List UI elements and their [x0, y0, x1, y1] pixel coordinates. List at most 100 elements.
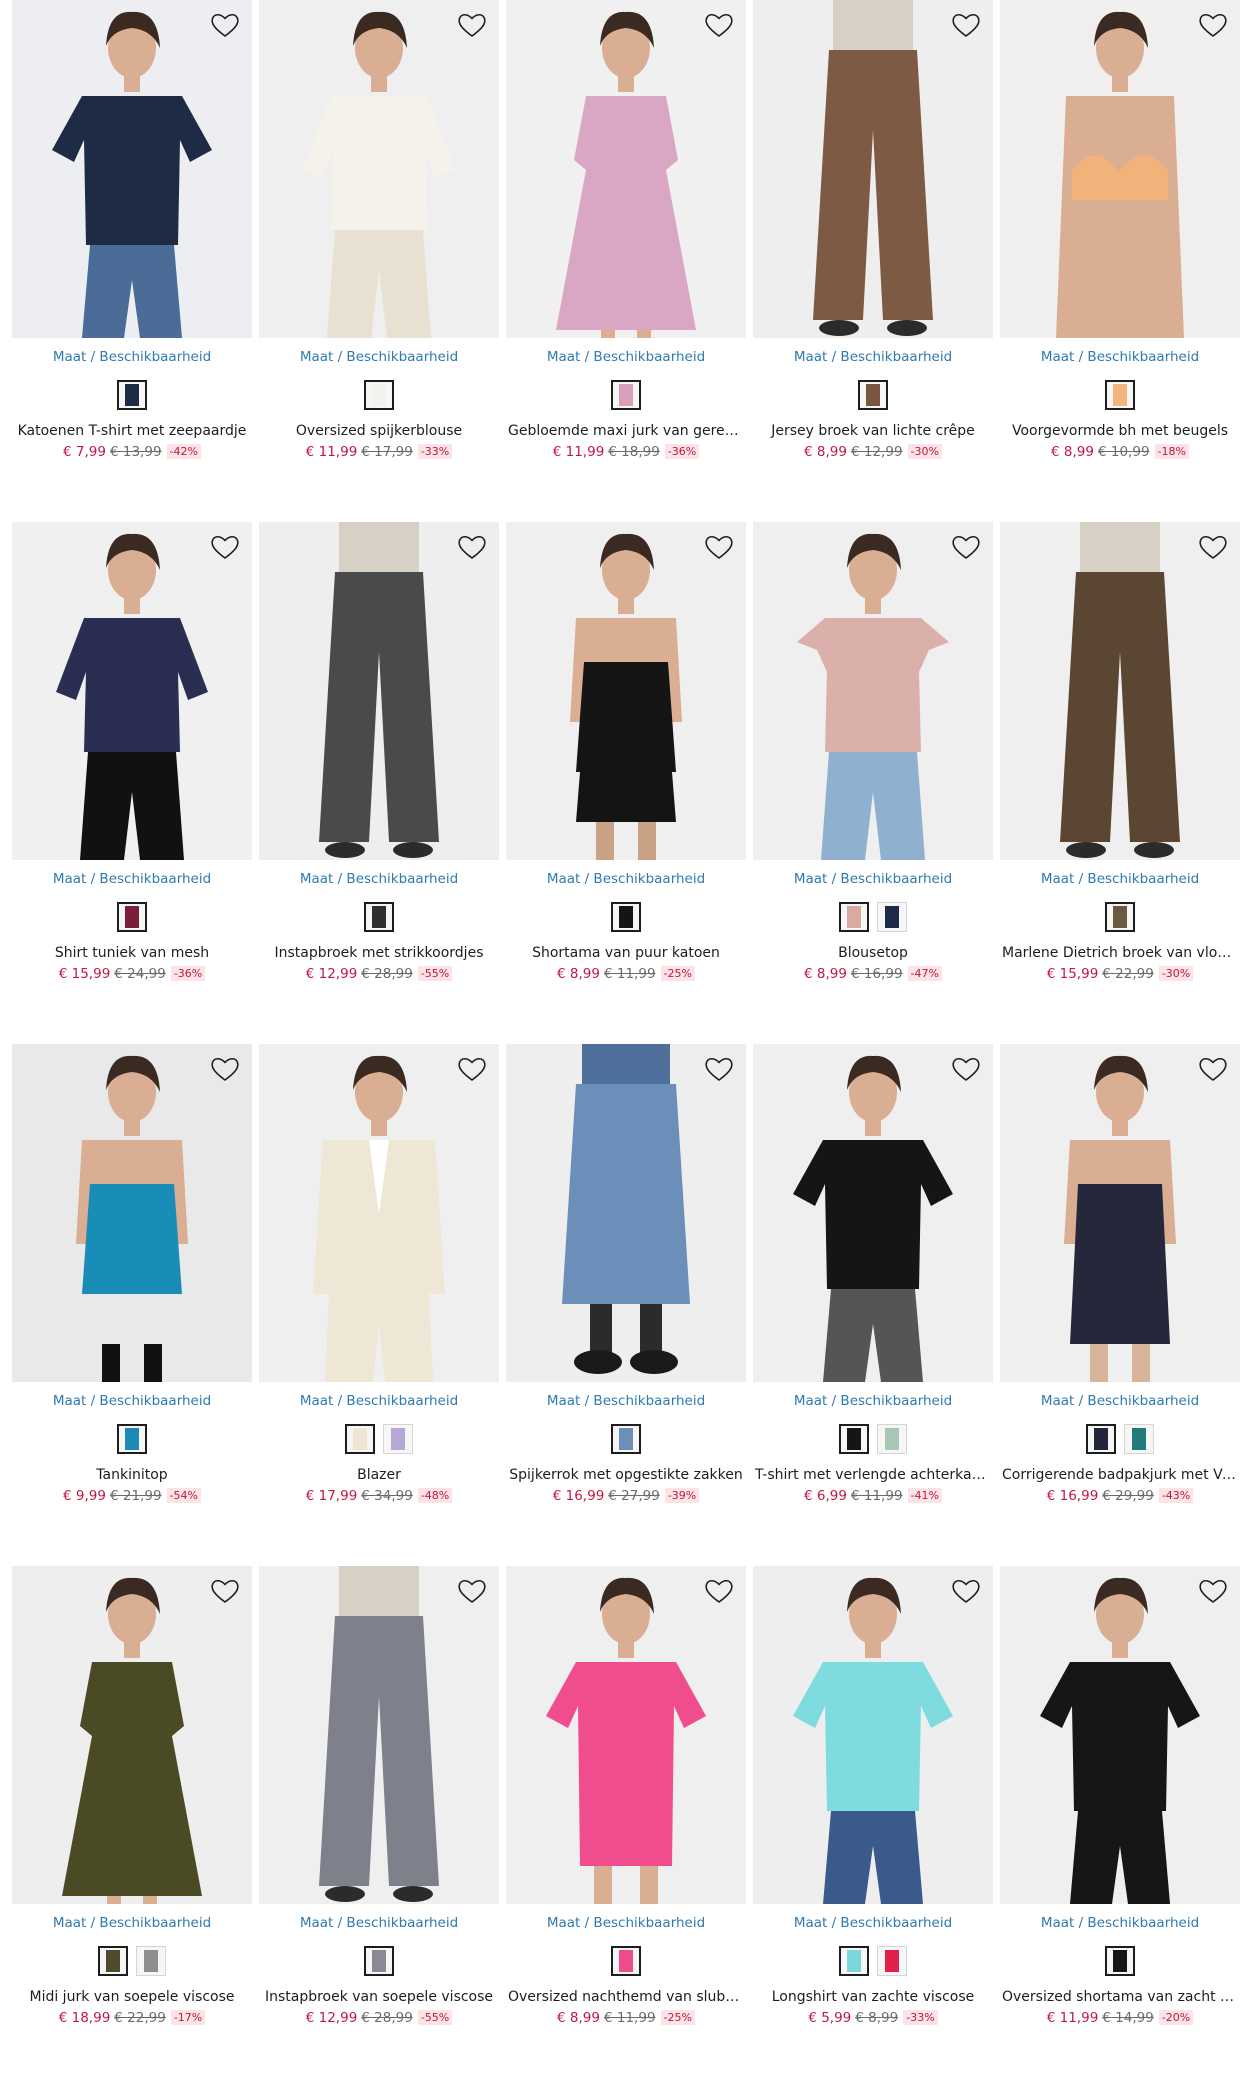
product-card[interactable]: Maat / Beschikbaarheid Marlene Dietrich b…: [1000, 522, 1240, 992]
size-availability-link[interactable]: Maat / Beschikbaarheid: [259, 1393, 499, 1409]
size-availability-link[interactable]: Maat / Beschikbaarheid: [506, 1915, 746, 1931]
color-swatch[interactable]: [117, 902, 147, 932]
product-name[interactable]: Blazer: [261, 1467, 497, 1483]
product-card[interactable]: Maat / Beschikbaarheid Blousetop € 8,99 € 1…: [753, 522, 993, 992]
color-swatch[interactable]: [839, 1946, 869, 1976]
wishlist-heart-icon[interactable]: [455, 1574, 489, 1608]
product-card[interactable]: Maat / Beschikbaarheid Blazer € 17,99 € 34,…: [259, 1044, 499, 1514]
product-name[interactable]: Marlene Dietrich broek van vloeien...: [1002, 945, 1238, 961]
product-image[interactable]: [259, 522, 499, 860]
size-availability-link[interactable]: Maat / Beschikbaarheid: [753, 1915, 993, 1931]
product-image[interactable]: [1000, 1566, 1240, 1904]
size-availability-link[interactable]: Maat / Beschikbaarheid: [753, 349, 993, 365]
size-availability-link[interactable]: Maat / Beschikbaarheid: [12, 871, 252, 887]
color-swatch[interactable]: [877, 1424, 907, 1454]
color-swatch[interactable]: [839, 1424, 869, 1454]
color-swatch[interactable]: [1105, 902, 1135, 932]
size-availability-link[interactable]: Maat / Beschikbaarheid: [259, 349, 499, 365]
product-card[interactable]: Maat / Beschikbaarheid Corrigerende badpa…: [1000, 1044, 1240, 1514]
product-card[interactable]: Maat / Beschikbaarheid Voorgevormde bh me…: [1000, 0, 1240, 470]
color-swatch[interactable]: [611, 902, 641, 932]
product-image[interactable]: [506, 522, 746, 860]
product-card[interactable]: Maat / Beschikbaarheid Spijkerrok met opg…: [506, 1044, 746, 1514]
wishlist-heart-icon[interactable]: [1196, 1574, 1230, 1608]
wishlist-heart-icon[interactable]: [1196, 8, 1230, 42]
size-availability-link[interactable]: Maat / Beschikbaarheid: [1000, 349, 1240, 365]
size-availability-link[interactable]: Maat / Beschikbaarheid: [259, 1915, 499, 1931]
wishlist-heart-icon[interactable]: [208, 1052, 242, 1086]
product-image[interactable]: [259, 1044, 499, 1382]
product-name[interactable]: Jersey broek van lichte crêpe: [755, 423, 991, 439]
wishlist-heart-icon[interactable]: [208, 1574, 242, 1608]
product-image[interactable]: [1000, 522, 1240, 860]
product-name[interactable]: Gebloemde maxi jurk van gerecycle...: [508, 423, 744, 439]
product-card[interactable]: Maat / Beschikbaarheid Katoenen T-shirt m…: [12, 0, 252, 470]
product-name[interactable]: Tankinitop: [14, 1467, 250, 1483]
product-name[interactable]: Corrigerende badpakjurk met V-hal...: [1002, 1467, 1238, 1483]
wishlist-heart-icon[interactable]: [455, 1052, 489, 1086]
color-swatch[interactable]: [1086, 1424, 1116, 1454]
wishlist-heart-icon[interactable]: [702, 530, 736, 564]
product-card[interactable]: Maat / Beschikbaarheid Longshirt van zach…: [753, 1566, 993, 2036]
wishlist-heart-icon[interactable]: [949, 8, 983, 42]
product-name[interactable]: Oversized nachthemd van slubgaren: [508, 1989, 744, 2005]
product-name[interactable]: Longshirt van zachte viscose: [755, 1989, 991, 2005]
color-swatch[interactable]: [877, 1946, 907, 1976]
product-card[interactable]: Maat / Beschikbaarheid Oversized spijkerb…: [259, 0, 499, 470]
size-availability-link[interactable]: Maat / Beschikbaarheid: [1000, 1393, 1240, 1409]
product-name[interactable]: Midi jurk van soepele viscose: [14, 1989, 250, 2005]
wishlist-heart-icon[interactable]: [949, 1052, 983, 1086]
product-image[interactable]: [753, 0, 993, 338]
color-swatch[interactable]: [117, 380, 147, 410]
color-swatch[interactable]: [364, 380, 394, 410]
product-image[interactable]: [753, 1044, 993, 1382]
product-image[interactable]: [753, 522, 993, 860]
color-swatch[interactable]: [858, 380, 888, 410]
product-card[interactable]: Maat / Beschikbaarheid T-shirt met verlen…: [753, 1044, 993, 1514]
product-name[interactable]: T-shirt met verlengde achterkant v...: [755, 1467, 991, 1483]
color-swatch[interactable]: [136, 1946, 166, 1976]
color-swatch[interactable]: [839, 902, 869, 932]
color-swatch[interactable]: [611, 1424, 641, 1454]
product-image[interactable]: [506, 1044, 746, 1382]
product-image[interactable]: [1000, 1044, 1240, 1382]
product-card[interactable]: Maat / Beschikbaarheid Gebloemde maxi jur…: [506, 0, 746, 470]
product-image[interactable]: [506, 1566, 746, 1904]
product-card[interactable]: Maat / Beschikbaarheid Instapbroek met st…: [259, 522, 499, 992]
wishlist-heart-icon[interactable]: [702, 1574, 736, 1608]
wishlist-heart-icon[interactable]: [208, 530, 242, 564]
size-availability-link[interactable]: Maat / Beschikbaarheid: [259, 871, 499, 887]
color-swatch[interactable]: [117, 1424, 147, 1454]
product-card[interactable]: Maat / Beschikbaarheid Jersey broek van l…: [753, 0, 993, 470]
product-image[interactable]: [12, 1044, 252, 1382]
size-availability-link[interactable]: Maat / Beschikbaarheid: [753, 871, 993, 887]
size-availability-link[interactable]: Maat / Beschikbaarheid: [753, 1393, 993, 1409]
size-availability-link[interactable]: Maat / Beschikbaarheid: [12, 1393, 252, 1409]
size-availability-link[interactable]: Maat / Beschikbaarheid: [12, 1915, 252, 1931]
size-availability-link[interactable]: Maat / Beschikbaarheid: [506, 349, 746, 365]
product-image[interactable]: [259, 0, 499, 338]
size-availability-link[interactable]: Maat / Beschikbaarheid: [1000, 1915, 1240, 1931]
product-name[interactable]: Spijkerrok met opgestikte zakken: [508, 1467, 744, 1483]
wishlist-heart-icon[interactable]: [1196, 1052, 1230, 1086]
product-name[interactable]: Oversized shortama van zacht modal: [1002, 1989, 1238, 2005]
product-card[interactable]: Maat / Beschikbaarheid Oversized shortama…: [1000, 1566, 1240, 2036]
color-swatch[interactable]: [345, 1424, 375, 1454]
color-swatch[interactable]: [1105, 1946, 1135, 1976]
wishlist-heart-icon[interactable]: [1196, 530, 1230, 564]
product-card[interactable]: Maat / Beschikbaarheid Tankinitop € 9,99 € …: [12, 1044, 252, 1514]
product-card[interactable]: Maat / Beschikbaarheid Shirt tuniek van m…: [12, 522, 252, 992]
product-card[interactable]: Maat / Beschikbaarheid Midi jurk van soep…: [12, 1566, 252, 2036]
product-image[interactable]: [753, 1566, 993, 1904]
color-swatch[interactable]: [1105, 380, 1135, 410]
color-swatch[interactable]: [611, 1946, 641, 1976]
color-swatch[interactable]: [877, 902, 907, 932]
color-swatch[interactable]: [98, 1946, 128, 1976]
product-name[interactable]: Instapbroek met strikkoordjes: [261, 945, 497, 961]
product-image[interactable]: [506, 0, 746, 338]
wishlist-heart-icon[interactable]: [702, 1052, 736, 1086]
wishlist-heart-icon[interactable]: [455, 530, 489, 564]
product-name[interactable]: Katoenen T-shirt met zeepaardje: [14, 423, 250, 439]
color-swatch[interactable]: [364, 902, 394, 932]
product-image[interactable]: [1000, 0, 1240, 338]
